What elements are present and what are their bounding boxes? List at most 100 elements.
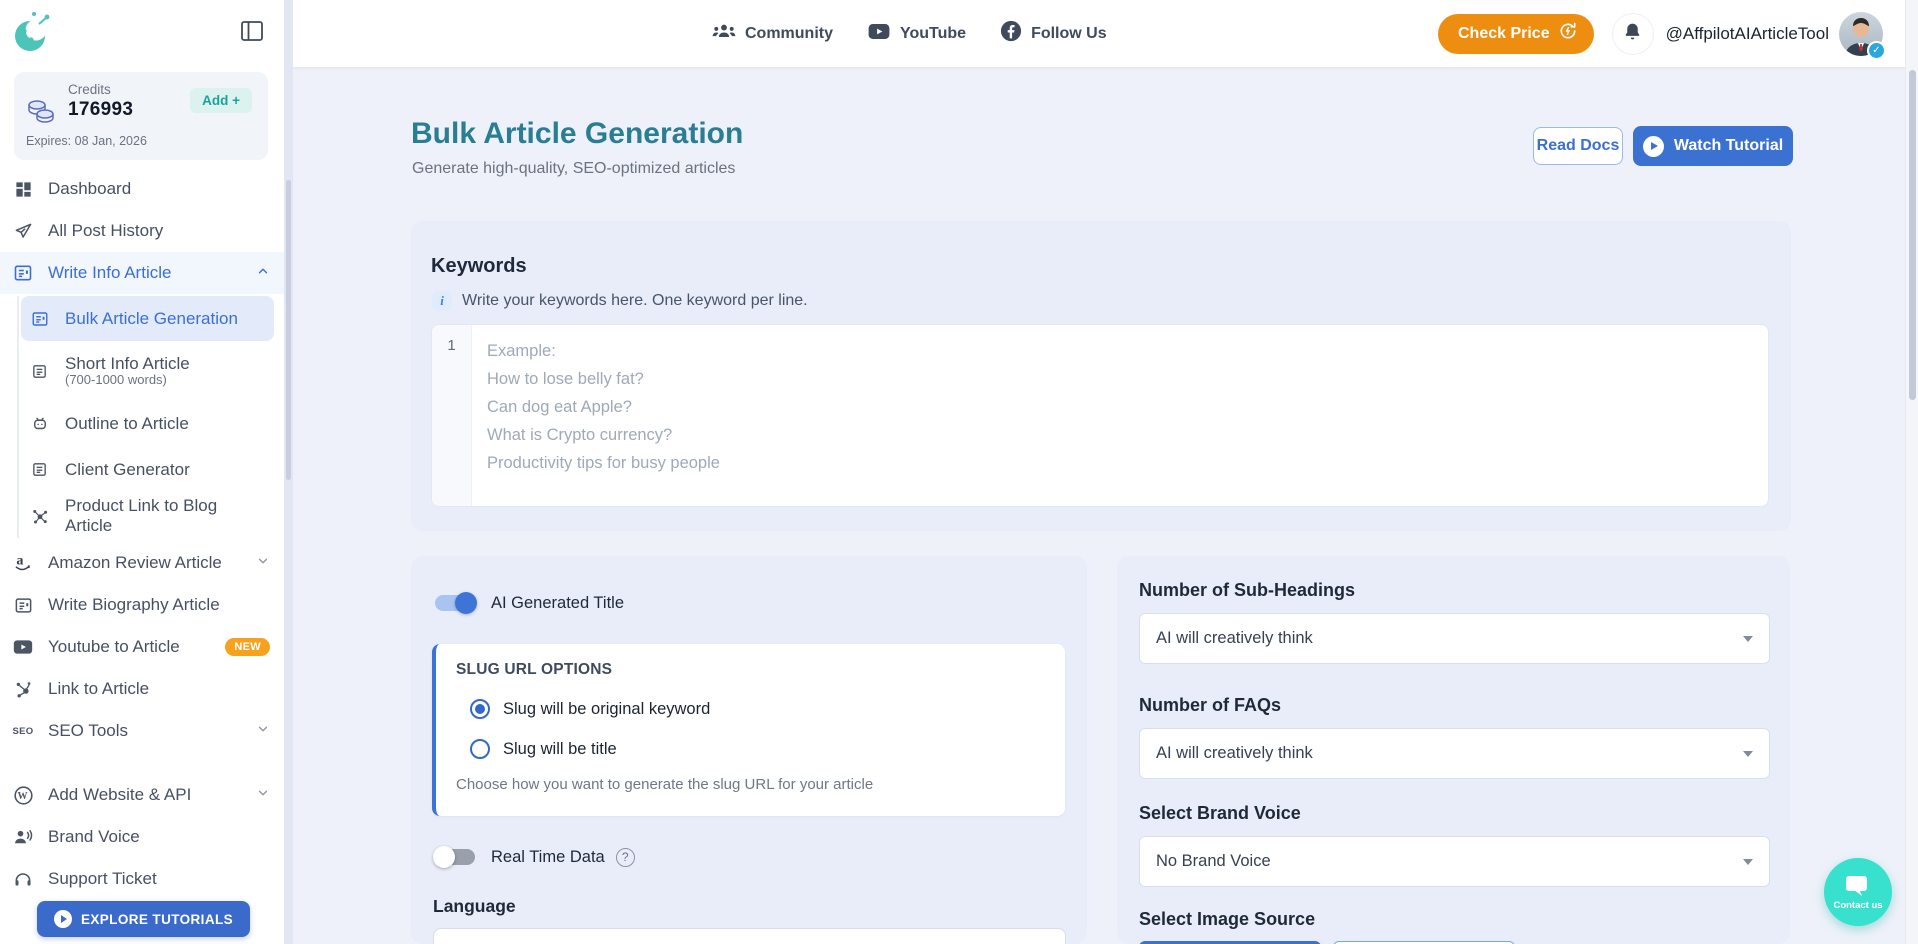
slug-url-options-card: SLUG URL OPTIONS Slug will be original k… [432,644,1065,816]
chevron-up-icon [256,263,270,283]
slug-original-keyword-option[interactable]: Slug will be original keyword [470,699,1043,719]
dashboard-icon [12,178,34,200]
wordpress-icon: W [12,784,34,806]
keywords-card: Keywords i Write your keywords here. One… [411,221,1791,531]
real-time-data-toggle[interactable] [433,846,477,868]
placeholder-line: What is Crypto currency? [487,421,720,449]
bell-icon [1622,21,1643,47]
youtube-icon [12,636,34,658]
coins-icon [26,98,56,129]
page-title: Bulk Article Generation [411,117,743,151]
sidebar-scrollbar [284,0,293,944]
sidebar-scrollbar-thumb[interactable] [286,180,291,480]
app-logo-icon[interactable] [10,8,58,58]
faqs-select[interactable]: AI will creatively think [1139,728,1770,779]
document-lines-icon [30,460,49,479]
newspaper-icon [12,594,34,616]
top-navbar: Community YouTube Follow Us Check Pri [293,0,1905,67]
sidebar: Credits 176993 Add + Expires: 08 Jan, 20… [0,0,284,944]
watch-tutorial-button[interactable]: Watch Tutorial [1633,126,1793,166]
svg-text:a: a [16,553,23,569]
sidebar-item-client-generator[interactable]: Client Generator [21,447,274,492]
slug-help-text: Choose how you want to generate the slug… [456,776,1043,793]
sidebar-collapse-icon[interactable] [240,20,266,44]
caret-down-icon [1743,751,1753,757]
brand-voice-select[interactable]: No Brand Voice [1139,836,1770,887]
network-share-icon [12,678,34,700]
chevron-down-icon [256,721,270,741]
short-info-note: (700-1000 words) [65,373,190,388]
community-icon [712,22,736,45]
language-select[interactable] [433,928,1066,944]
caret-down-icon [1743,859,1753,865]
explore-tutorials-button[interactable]: EXPLORE TUTORIALS [37,901,250,937]
nav-follow-us-link[interactable]: Follow Us [1000,20,1107,47]
radio-checked-icon[interactable] [470,699,490,719]
sidebar-item-short-info-article[interactable]: Short Info Article (700-1000 words) [21,342,274,400]
sidebar-item-outline-to-article[interactable]: Outline to Article [21,401,274,446]
username[interactable]: @AffpilotAIArticleTool [1666,24,1829,44]
sidebar-item-seo-tools[interactable]: SEO SEO Tools [0,710,284,752]
sidebar-menu: Dashboard All Post History Write Info Ar… [0,168,284,900]
add-credits-button[interactable]: Add + [190,88,252,113]
contact-us-button[interactable]: Contact us [1824,858,1892,926]
document-lines-icon [30,362,49,381]
sidebar-item-all-post-history[interactable]: All Post History [0,210,284,252]
seo-icon: SEO [12,720,34,742]
chat-icon [1845,874,1871,903]
keywords-hint-row: i Write your keywords here. One keyword … [432,291,1771,311]
write-info-article-submenu: Bulk Article Generation Short Info Artic… [17,296,274,538]
sidebar-item-brand-voice[interactable]: Brand Voice [0,816,284,858]
slug-options-heading: SLUG URL OPTIONS [456,661,1043,679]
article-options-card: AI Generated Title SLUG URL OPTIONS Slug… [411,556,1087,944]
amazon-icon: a [12,552,34,574]
check-price-button[interactable]: Check Price [1438,14,1594,54]
page-scrollbar-thumb[interactable] [1909,70,1916,400]
placeholder-line: How to lose belly fat? [487,365,720,393]
sidebar-item-dashboard[interactable]: Dashboard [0,168,284,210]
send-icon [12,220,34,242]
newspaper-icon [30,309,49,328]
verified-badge-icon: ✓ [1867,41,1886,60]
read-docs-button[interactable]: Read Docs [1533,127,1623,165]
sidebar-item-add-website-api[interactable]: W Add Website & API [0,774,284,816]
credits-card: Credits 176993 Add + Expires: 08 Jan, 20… [14,72,268,160]
keywords-heading: Keywords [431,255,1771,278]
nav-community-link[interactable]: Community [712,22,833,45]
radio-unchecked-icon[interactable] [470,739,490,759]
sidebar-item-support-ticket[interactable]: Support Ticket [0,858,284,900]
sidebar-item-link-to-article[interactable]: Link to Article [0,668,284,710]
help-icon[interactable]: ? [616,848,635,867]
credits-expiry: Expires: 08 Jan, 2026 [26,134,147,148]
brand-voice-label: Select Brand Voice [1139,803,1301,824]
editor-placeholder: Example: How to lose belly fat? Can dog … [472,325,720,506]
ai-generated-title-toggle[interactable] [433,592,477,614]
notifications-button[interactable] [1612,13,1654,55]
sidebar-item-youtube-to-article[interactable]: Youtube to Article NEW [0,626,284,668]
user-avatar[interactable]: ✓ [1839,12,1883,56]
editor-line-number: 1 [432,325,472,506]
real-time-data-label: Real Time Data [491,848,605,867]
sidebar-item-write-info-article[interactable]: Write Info Article [0,252,284,294]
real-time-data-row: Real Time Data ? [433,846,635,868]
subheadings-label: Number of Sub-Headings [1139,580,1355,601]
ai-title-toggle-row: AI Generated Title [433,592,624,614]
sidebar-item-amazon-review[interactable]: a Amazon Review Article [0,542,284,584]
sidebar-item-product-link-to-blog[interactable]: Product Link to Blog Article [21,493,274,538]
refresh-bolt-icon [1558,21,1578,46]
sidebar-item-write-biography[interactable]: Write Biography Article [0,584,284,626]
slug-title-option[interactable]: Slug will be title [470,739,1043,759]
faqs-label: Number of FAQs [1139,695,1281,716]
article-settings-card: Number of Sub-Headings AI will creativel… [1117,556,1790,944]
network-share-icon [30,506,49,525]
play-icon [1643,136,1664,157]
nav-youtube-link[interactable]: YouTube [867,23,966,45]
navbar-links: Community YouTube Follow Us [712,0,1107,67]
language-label: Language [433,896,516,917]
subheadings-select[interactable]: AI will creatively think [1139,613,1770,664]
keywords-editor[interactable]: 1 Example: How to lose belly fat? Can do… [431,324,1769,507]
keywords-hint-text: Write your keywords here. One keyword pe… [462,292,808,310]
sidebar-item-bulk-article-generation[interactable]: Bulk Article Generation [21,296,274,341]
placeholder-line: Productivity tips for busy people [487,449,720,477]
voice-person-icon [12,826,34,848]
